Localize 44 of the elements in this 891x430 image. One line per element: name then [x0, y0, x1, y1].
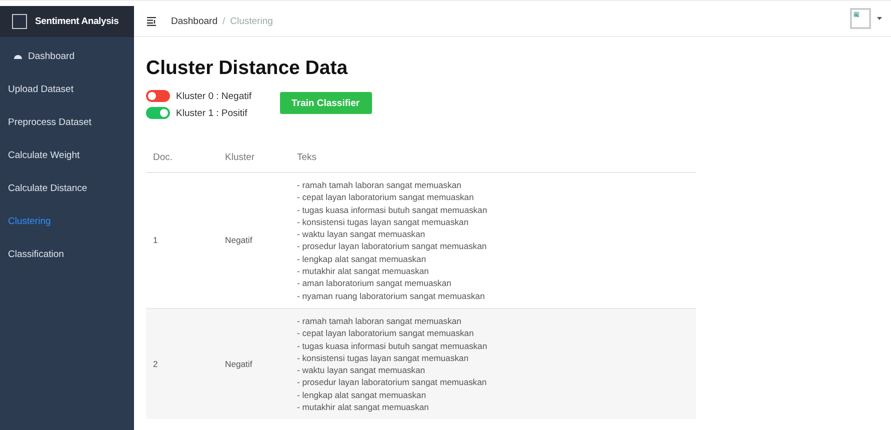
text-line: - mutakhir alat sangat memuaskan — [297, 265, 430, 278]
breadcrumb-current: Clustering — [230, 16, 273, 26]
text-line: - waktu layan sangat memuaskan — [297, 228, 426, 240]
user-avatar-icon[interactable] — [850, 8, 871, 29]
breadcrumb-separator: / — [222, 16, 226, 26]
text-line: - prosedur layan laboratorium sangat memuaskan — [297, 240, 488, 253]
text-line: - prosedur layan laboratorium sangat memuaskan — [297, 376, 488, 389]
text-line: - tugas kuasa informasi butuh sangat memuaskan — [297, 340, 488, 352]
toggle-switch[interactable] — [146, 90, 170, 102]
text-line: - tugas kuasa informasi butuh sangat memuaskan — [297, 204, 488, 216]
legend-label: Kluster 1 : Positif — [176, 108, 248, 118]
brand-title: Sentiment Analysis — [35, 16, 119, 27]
sidebar-item[interactable]: Dashboard — [0, 40, 134, 73]
text-line: - ramah tamah laboran sangat memuaskan — [297, 179, 462, 192]
toggle-switch[interactable] — [146, 107, 170, 119]
sidebar-item[interactable]: Clustering — [0, 205, 134, 238]
text-line: - lengkap alat sangat memuaskan — [297, 252, 427, 266]
sidebar-item[interactable]: Upload Dataset — [0, 73, 134, 106]
text-line: - cepat layan laboratorium sangat memuaskan — [297, 327, 475, 340]
page-title: Cluster Distance Data — [146, 57, 349, 80]
table-cell: Negatif — [218, 308, 290, 420]
breadcrumb-link[interactable]: Dashboard — [171, 16, 218, 26]
text-line: - lengkap alat sangat memuaskan — [297, 388, 427, 402]
text-line: - waktu layan sangat memuaskan — [297, 364, 426, 376]
text-line: - konsistensi tugas layan sangat memuaskan — [297, 352, 470, 364]
dropdown-caret-icon[interactable] — [877, 17, 882, 20]
table-cell: 2 — [146, 308, 218, 420]
logo-image — [12, 14, 27, 29]
sidebar-item[interactable]: Preprocess Dataset — [0, 106, 134, 139]
dashboard-icon — [14, 53, 22, 60]
legend-label: Kluster 0 : Negatif — [176, 90, 252, 102]
text-line: - aman laboratorium sangat memuaskan — [297, 277, 452, 290]
column-header: Teks — [290, 152, 696, 172]
text-line: - cepat layan laboratorium sangat memuaskan — [297, 191, 475, 204]
column-header: Doc. — [146, 152, 218, 172]
text-line: - konsistensi tugas layan sangat memuaskan — [297, 216, 470, 228]
column-header: Kluster — [218, 152, 290, 172]
menu-icon[interactable] — [147, 16, 157, 26]
sidebar-item[interactable]: Calculate Weight — [0, 139, 134, 172]
text-line: - ramah tamah laboran sangat memuaskan — [297, 314, 462, 328]
sidebar-item[interactable]: Classification — [0, 238, 134, 271]
text-line: - nyaman ruang laboratorium sangat memuaskan — [297, 290, 486, 302]
text-line: - mutakhir alat sangat memuaskan — [297, 401, 430, 414]
sidebar-item[interactable]: Calculate Distance — [0, 172, 134, 205]
